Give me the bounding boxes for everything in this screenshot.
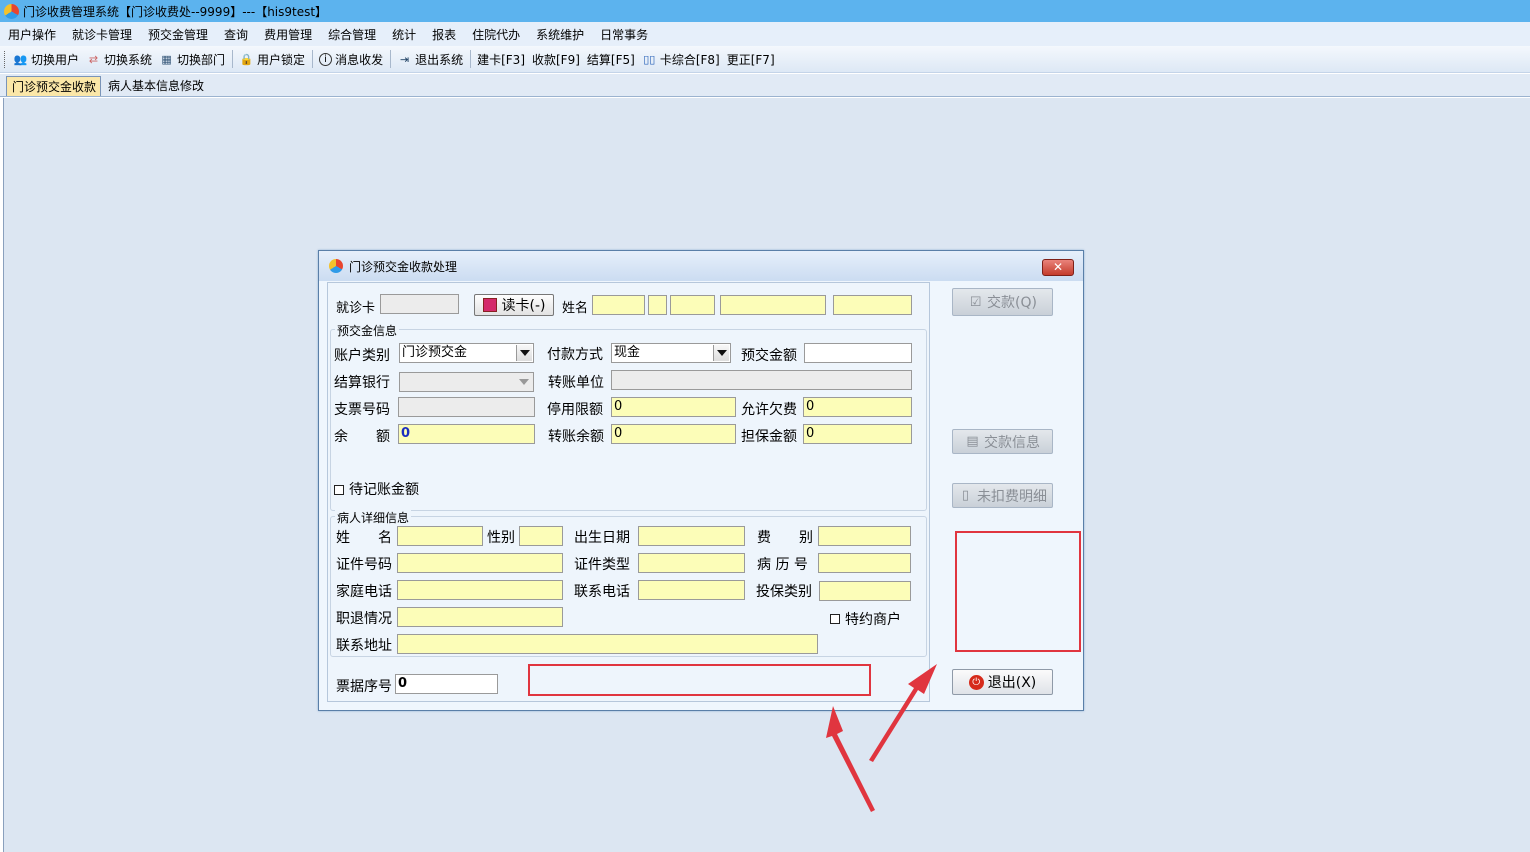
annotation-arrow-up (826, 706, 875, 812)
annotation-arrow-up-right (869, 664, 937, 762)
annotation-arrows (826, 664, 937, 812)
